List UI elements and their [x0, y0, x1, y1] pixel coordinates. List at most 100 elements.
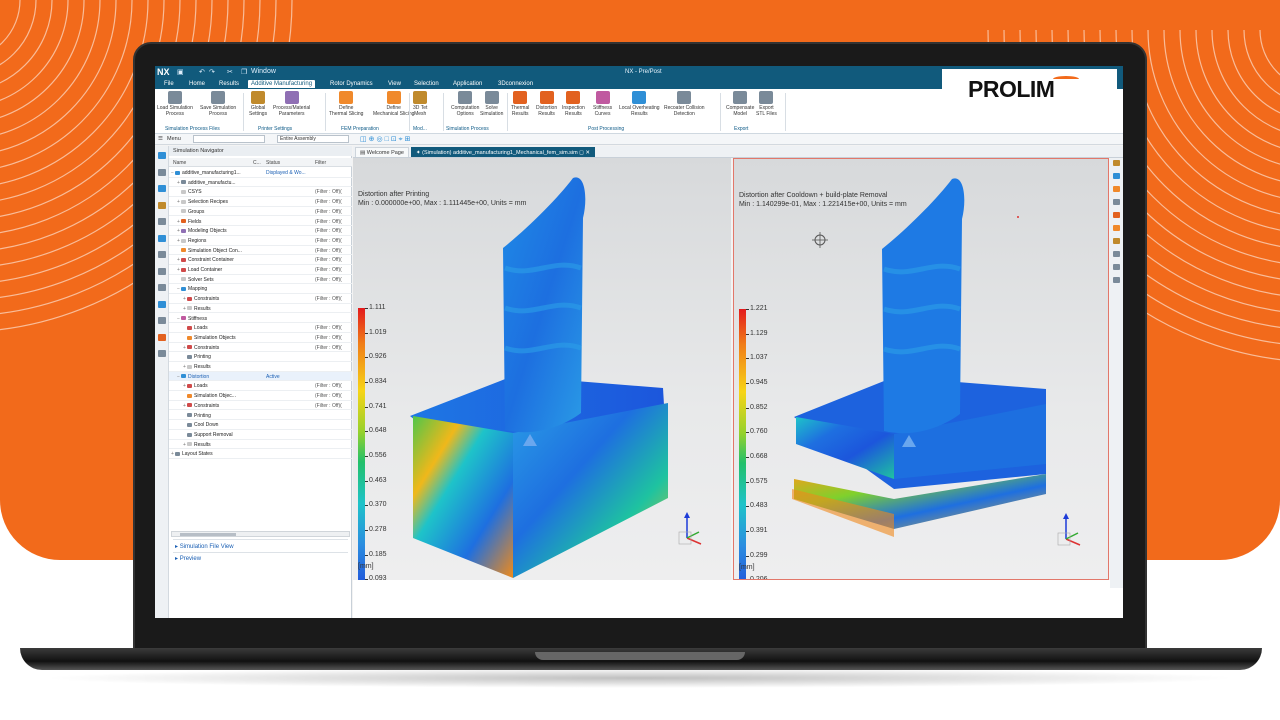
menu-3dconnexion[interactable]: 3Dconnexion — [495, 80, 536, 88]
hamburger-icon[interactable]: ☰ — [158, 136, 163, 142]
tree-row[interactable]: + Regions (Filter : Off)( — [169, 236, 352, 246]
tree-row[interactable]: + Results — [169, 440, 352, 450]
view-tool-icon[interactable] — [1113, 225, 1120, 231]
resource-bar-icon[interactable] — [158, 300, 166, 308]
menu-selection[interactable]: Selection — [411, 80, 442, 88]
view-tool-icon[interactable] — [1113, 251, 1120, 257]
tree-row[interactable]: − Mapping — [169, 284, 352, 295]
redo-icon[interactable]: ↷ — [209, 68, 215, 76]
tree-row[interactable]: Groups (Filter : Off)( — [169, 207, 352, 217]
ribbon-button-3[interactable]: Process/Material Parameters — [273, 91, 310, 117]
ribbon-button-16[interactable]: Export STL Files — [756, 91, 777, 117]
cut-icon[interactable]: ✂ — [227, 68, 233, 76]
ribbon-button-4[interactable]: Define Thermal Slicing — [329, 91, 363, 117]
preview-link[interactable]: ▸ Preview — [175, 555, 201, 562]
menu-rotor-dynamics[interactable]: Rotor Dynamics — [327, 80, 376, 88]
tree-row[interactable]: Simulation Objec... (Filter : Off)( — [169, 391, 352, 401]
tree-row[interactable]: + Loads (Filter : Off)( — [169, 381, 352, 392]
tree-row[interactable]: Simulation Object Con... (Filter : Off)( — [169, 246, 352, 256]
view-tool-icon[interactable] — [1113, 160, 1120, 166]
ribbon-button-11[interactable]: Inspection Results — [562, 91, 585, 117]
resource-bar-icon[interactable] — [158, 267, 166, 275]
tree-row[interactable]: + Results — [169, 362, 352, 372]
tree-row[interactable]: − Stiffness — [169, 314, 352, 324]
column-status[interactable]: Status — [266, 160, 280, 166]
tree-row[interactable]: + Selection Recipes (Filter : Off)( — [169, 197, 352, 207]
view-triad-icon[interactable] — [1054, 509, 1084, 549]
resource-bar-icon[interactable] — [158, 152, 166, 159]
view-triad-icon[interactable] — [675, 508, 705, 548]
tree-row[interactable]: Solver Sets (Filter : Off)( — [169, 275, 352, 285]
menu-application[interactable]: Application — [450, 80, 485, 88]
ribbon-button-10[interactable]: Distortion Results — [536, 91, 557, 117]
simulation-file-view-link[interactable]: ▸ Simulation File View — [175, 543, 234, 550]
save-icon[interactable]: ▣ — [177, 68, 184, 76]
ribbon-button-14[interactable]: Recoater Collision Detection — [664, 91, 705, 117]
tree-row[interactable]: Support Removal — [169, 430, 352, 440]
view-tool-icon[interactable] — [1113, 173, 1120, 179]
tree-row[interactable]: + Modeling Objects (Filter : Off)( — [169, 226, 352, 236]
ribbon-button-2[interactable]: Global Settings — [249, 91, 267, 117]
window-menu[interactable]: Window — [251, 68, 276, 75]
tree-row[interactable]: + Constraints (Filter : Off)( — [169, 401, 352, 411]
menu-additive-manufacturing[interactable]: Additive Manufacturing — [248, 80, 316, 88]
tree-row[interactable]: Simulation Objects (Filter : Off)( — [169, 333, 352, 343]
ribbon-button-9[interactable]: Thermal Results — [511, 91, 529, 117]
menu-view[interactable]: View — [385, 80, 404, 88]
ribbon-button-0[interactable]: Load Simulation Process — [157, 91, 193, 117]
resource-bar-icon[interactable] — [158, 201, 166, 209]
view-tool-icon[interactable] — [1113, 186, 1120, 192]
column-c[interactable]: C... — [253, 160, 261, 166]
ribbon-button-6[interactable]: 3D Tet Mesh — [413, 91, 427, 117]
resource-bar-icon[interactable] — [158, 317, 166, 324]
menu-button[interactable]: Menu — [167, 136, 181, 142]
resource-bar-icon[interactable] — [158, 218, 166, 225]
tree-row[interactable]: + Load Container (Filter : Off)( — [169, 265, 352, 275]
tree-row[interactable]: + additive_manufactu... — [169, 178, 352, 188]
tree-row[interactable]: + Constraint Container (Filter : Off)( — [169, 255, 352, 265]
view-tool-icon[interactable] — [1113, 199, 1120, 205]
tree-row[interactable]: + Layout States — [169, 449, 352, 459]
resource-bar-icon[interactable] — [158, 350, 166, 357]
menu-results[interactable]: Results — [216, 80, 242, 88]
view-tool-icon[interactable] — [1113, 212, 1120, 218]
ribbon-button-13[interactable]: Local Overheating Results — [619, 91, 660, 117]
column-name[interactable]: Name — [173, 160, 186, 166]
tree-row[interactable]: + Constraints (Filter : Off)( — [169, 294, 352, 304]
column-filter[interactable]: Filter — [315, 160, 326, 166]
ribbon-button-7[interactable]: Computation Options — [451, 91, 479, 117]
resource-bar-icon[interactable] — [158, 284, 166, 291]
view-tool-icon[interactable] — [1113, 277, 1120, 283]
ribbon-button-1[interactable]: Save Simulation Process — [200, 91, 236, 117]
tab-simulation[interactable]: ✦ (Simulation) additive_manufacturing1_M… — [411, 147, 595, 157]
tree-row[interactable]: Loads (Filter : Off)( — [169, 323, 352, 333]
tree-row[interactable]: + Constraints (Filter : Off)( — [169, 343, 352, 353]
ribbon-button-15[interactable]: Compensate Model — [726, 91, 754, 117]
resource-bar-icon[interactable] — [158, 185, 166, 192]
ribbon-button-12[interactable]: Stiffness Curves — [593, 91, 612, 117]
tree-row[interactable]: − additive_manufacturing1... Displayed & W… — [169, 168, 352, 178]
tree-row[interactable]: Cool Down — [169, 420, 352, 430]
tree-row[interactable]: Printing — [169, 352, 352, 362]
menu-home[interactable]: Home — [186, 80, 208, 88]
resource-bar-icon[interactable] — [158, 234, 166, 242]
tree-row[interactable]: + Results — [169, 304, 352, 314]
ribbon-button-8[interactable]: Solve Simulation — [480, 91, 503, 117]
snap-tools-icon[interactable]: ◫⊕◎□⊡⌖⊞ — [360, 135, 413, 144]
resource-bar-icon[interactable] — [158, 251, 166, 258]
viewport-left[interactable]: Distortion after Printing Min : 0.000000… — [353, 158, 731, 580]
tree-row[interactable]: CSYS (Filter : Off)( — [169, 187, 352, 198]
scrollbar-thumb[interactable] — [180, 533, 236, 536]
window-switch-icon[interactable]: ❐ — [241, 68, 247, 76]
type-filter-select[interactable] — [193, 135, 265, 143]
menu-file[interactable]: File — [161, 80, 177, 88]
tree-row[interactable]: + Fields (Filter : Off)( — [169, 217, 352, 227]
view-tool-icon[interactable] — [1113, 264, 1120, 270]
resource-bar-icon[interactable] — [158, 168, 166, 176]
assembly-scope-select[interactable]: Entire Assembly — [277, 135, 349, 143]
resource-bar-icon[interactable] — [158, 333, 166, 341]
viewport-right[interactable]: Distortion after Cooldown + build-plate … — [733, 158, 1109, 580]
undo-icon[interactable]: ↶ — [199, 68, 205, 76]
view-tool-icon[interactable] — [1113, 238, 1120, 244]
tab-welcome-page[interactable]: ▤ Welcome Page — [355, 147, 409, 157]
